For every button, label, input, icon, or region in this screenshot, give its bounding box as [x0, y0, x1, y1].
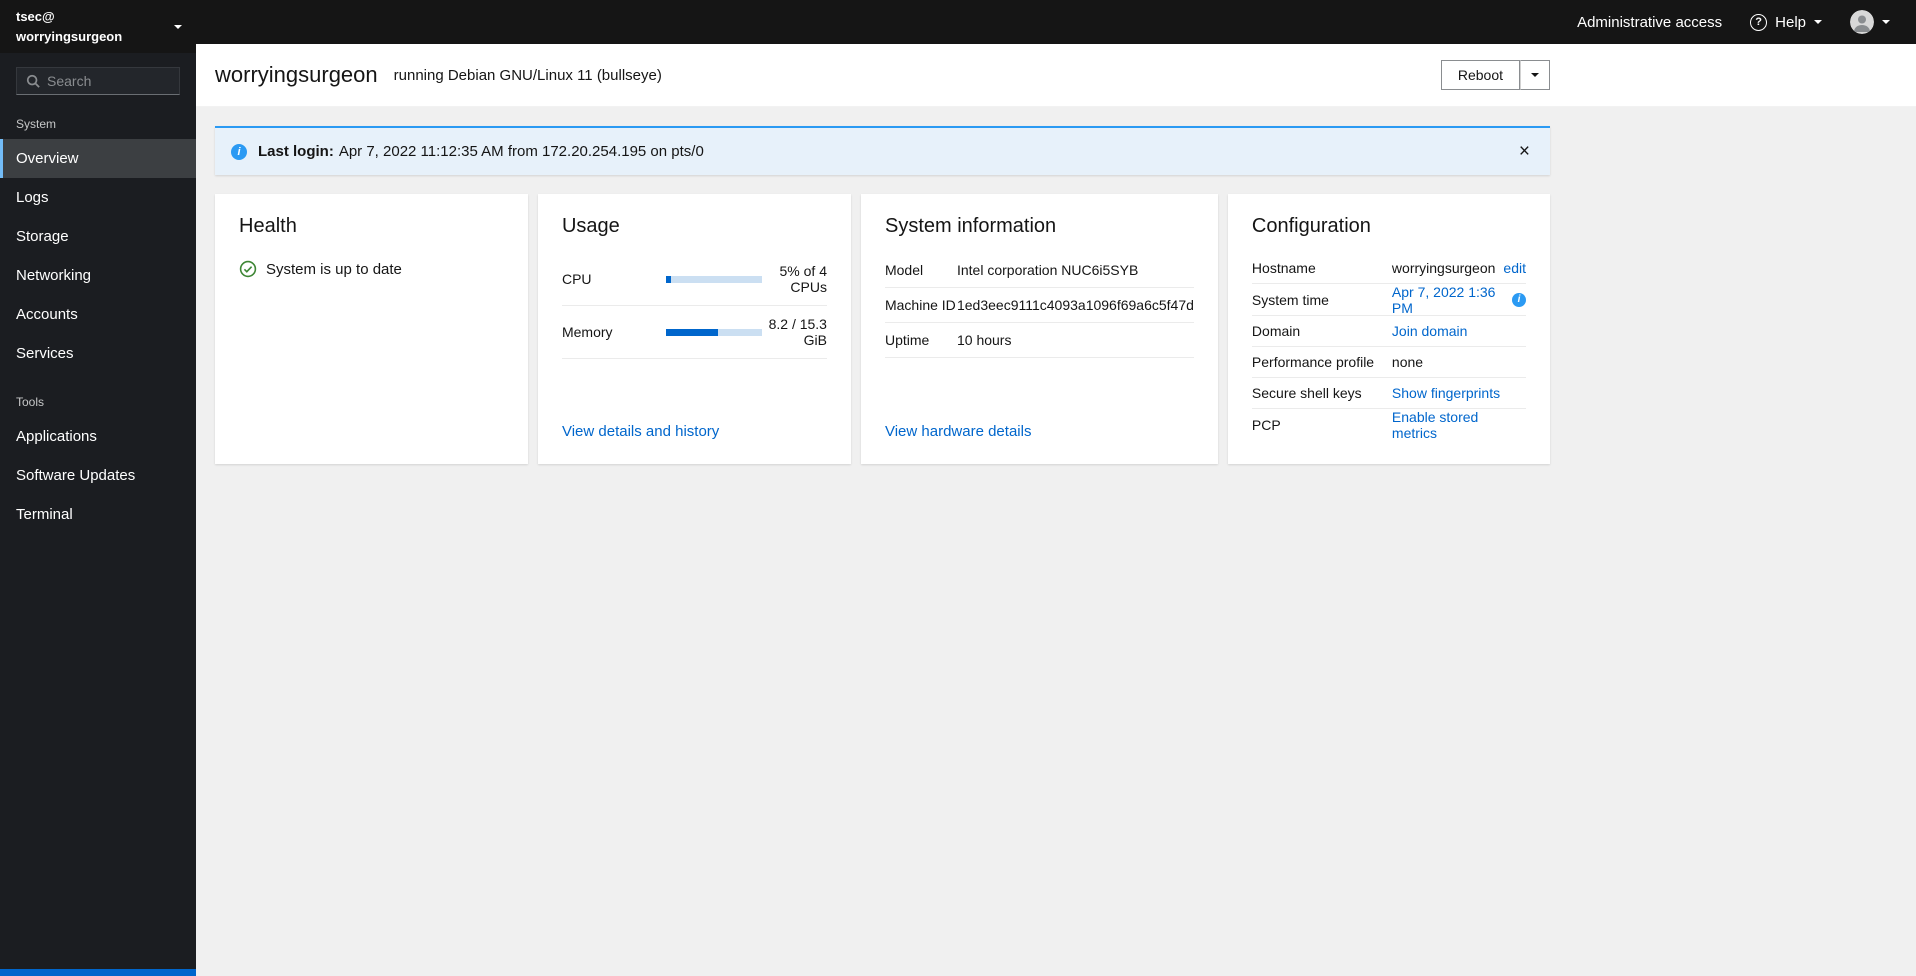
view-hardware-details-link[interactable]: View hardware details — [885, 423, 1194, 440]
last-login-alert: i Last login: Apr 7, 2022 11:12:35 AM fr… — [215, 126, 1550, 175]
page-header: worryingsurgeon running Debian GNU/Linux… — [196, 44, 1916, 107]
help-icon: ? — [1750, 13, 1768, 31]
user-name: tsec@ — [16, 9, 55, 24]
performance-profile-value: none — [1391, 354, 1424, 370]
hostname-label: Hostname — [1251, 260, 1316, 276]
configuration-card: Configuration Hostname worryingsurgeon e… — [1227, 194, 1550, 464]
nav-section-tools: Tools — [16, 395, 45, 409]
user-host-menu[interactable]: tsec@ worryingsurgeon — [0, 0, 196, 53]
sidebar-item-storage[interactable]: Storage — [0, 217, 196, 256]
uptime-label: Uptime — [884, 332, 930, 348]
avatar — [1850, 10, 1874, 34]
system-time-label: System time — [1251, 291, 1329, 308]
system-time-link[interactable]: Apr 7, 2022 1:36 PM — [1392, 284, 1505, 316]
hostname-edit-link[interactable]: edit — [1503, 260, 1526, 276]
health-card: Health System is up to date — [215, 194, 528, 464]
nav-section-system: System — [16, 117, 57, 131]
alert-message: Apr 7, 2022 11:12:35 AM from 172.20.254.… — [338, 143, 704, 160]
user-host-label: tsec@ worryingsurgeon — [16, 7, 122, 46]
system-time-info-icon[interactable]: i — [1512, 292, 1526, 307]
model-label: Model — [884, 262, 924, 278]
session-menu[interactable] — [1850, 10, 1890, 34]
health-card-title: Health — [239, 215, 297, 237]
ssh-keys-label: Secure shell keys — [1251, 385, 1362, 401]
system-information-card: System information Model Intel corporati… — [860, 194, 1218, 464]
config-row-performance-profile: Performance profile none — [1251, 347, 1526, 378]
performance-profile-label: Performance profile — [1251, 354, 1375, 370]
uptime-value: 10 hours — [956, 332, 1012, 348]
search-icon — [26, 74, 40, 88]
chevron-down-icon — [1531, 73, 1539, 77]
chevron-down-icon — [1882, 20, 1890, 24]
sidebar-item-software-updates[interactable]: Software Updates — [0, 456, 196, 495]
usage-row-cpu: CPU 5% of 4 CPUs — [561, 253, 827, 306]
close-icon[interactable]: × — [1515, 142, 1534, 161]
reboot-button[interactable]: Reboot — [1440, 60, 1520, 90]
sidebar-item-applications[interactable]: Applications — [0, 417, 196, 456]
domain-label: Domain — [1251, 323, 1301, 339]
machine-id-value: 1ed3eec9111c4093a1096f69a6c5f47d — [956, 297, 1194, 313]
sysinfo-row-uptime: Uptime 10 hours — [884, 323, 1194, 358]
chevron-down-icon — [174, 24, 182, 29]
health-status-text: System is up to date — [266, 260, 402, 278]
config-row-hostname: Hostname worryingsurgeon edit — [1251, 253, 1526, 284]
join-domain-link[interactable]: Join domain — [1392, 323, 1468, 339]
cpu-label: CPU — [561, 271, 592, 287]
model-value: Intel corporation NUC6i5SYB — [956, 262, 1139, 278]
usage-row-memory: Memory 8.2 / 15.3 GiB — [561, 306, 827, 359]
usage-card: Usage CPU 5% of 4 CPUs Memory 8.2 / 15.3… — [537, 194, 851, 464]
system-information-title: System information — [884, 215, 1057, 237]
machine-id-label: Machine ID — [884, 297, 956, 313]
cpu-progress-fill — [665, 275, 671, 283]
config-row-ssh-keys: Secure shell keys Show fingerprints — [1251, 378, 1526, 409]
cpu-value: 5% of 4 CPUs — [779, 263, 827, 295]
sidebar-item-logs[interactable]: Logs — [0, 178, 196, 217]
pcp-label: PCP — [1251, 416, 1281, 433]
sysinfo-row-model: Model Intel corporation NUC6i5SYB — [884, 253, 1194, 288]
masthead: Administrative access ? Help — [196, 0, 1916, 44]
main-area: Administrative access ? Help worryingsur… — [196, 0, 1916, 976]
sidebar-item-terminal[interactable]: Terminal — [0, 495, 196, 534]
sidebar-item-services[interactable]: Services — [0, 334, 196, 373]
info-icon: i — [231, 143, 247, 160]
overview-cards: Health System is up to date Usage CPU 5%… — [215, 194, 1550, 464]
enable-stored-metrics-link[interactable]: Enable stored metrics — [1392, 409, 1526, 441]
hostname-value: worryingsurgeon — [1391, 260, 1496, 276]
cpu-progress-bar — [665, 275, 762, 283]
config-row-pcp: PCP Enable stored metrics — [1251, 409, 1526, 441]
help-label: Help — [1775, 13, 1806, 31]
sidebar-search — [16, 67, 180, 95]
memory-label: Memory — [561, 324, 613, 340]
sidebar-nav: System Overview Logs Storage Networking … — [0, 95, 196, 534]
memory-progress-fill — [665, 328, 718, 336]
config-row-domain: Domain Join domain — [1251, 316, 1526, 347]
page-title: worryingsurgeon — [215, 62, 378, 87]
sidebar-item-accounts[interactable]: Accounts — [0, 295, 196, 334]
app-root: tsec@ worryingsurgeon System Overview Lo… — [0, 0, 1916, 976]
memory-progress-bar — [665, 328, 762, 336]
configuration-title: Configuration — [1251, 215, 1371, 237]
host-name: worryingsurgeon — [16, 28, 123, 44]
usage-card-title: Usage — [561, 215, 620, 237]
help-menu[interactable]: ? Help — [1750, 13, 1822, 31]
sidebar-bottom-bar — [0, 969, 196, 976]
alert-label: Last login: — [258, 143, 334, 160]
reboot-dropdown-toggle[interactable] — [1520, 60, 1550, 90]
chevron-down-icon — [1814, 20, 1822, 24]
memory-value: 8.2 / 15.3 GiB — [768, 316, 827, 348]
sysinfo-row-machine-id: Machine ID 1ed3eec9111c4093a1096f69a6c5f… — [884, 288, 1194, 323]
view-details-history-link[interactable]: View details and history — [562, 423, 827, 440]
sidebar-item-overview[interactable]: Overview — [0, 139, 196, 178]
reboot-split-button: Reboot — [1440, 60, 1550, 90]
health-status-row: System is up to date — [239, 260, 504, 278]
show-fingerprints-link[interactable]: Show fingerprints — [1392, 385, 1500, 401]
os-description: running Debian GNU/Linux 11 (bullseye) — [393, 66, 662, 84]
page-content: i Last login: Apr 7, 2022 11:12:35 AM fr… — [196, 107, 1916, 976]
administrative-access-button[interactable]: Administrative access — [1577, 14, 1722, 31]
sidebar-item-networking[interactable]: Networking — [0, 256, 196, 295]
sidebar: tsec@ worryingsurgeon System Overview Lo… — [0, 0, 196, 976]
check-circle-icon — [239, 260, 257, 278]
config-row-system-time: System time Apr 7, 2022 1:36 PM i — [1251, 284, 1526, 316]
search-input[interactable] — [47, 73, 170, 89]
